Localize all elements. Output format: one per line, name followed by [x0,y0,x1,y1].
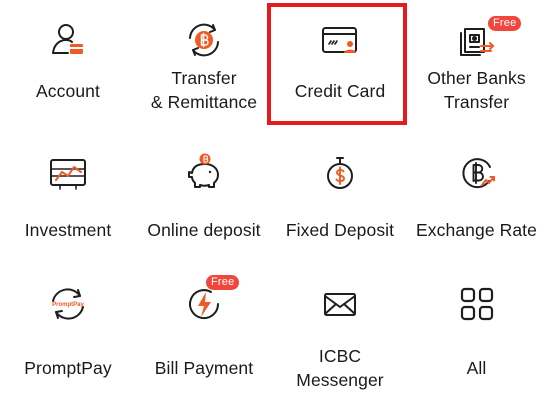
tile-label: Bill Payment [154,358,254,378]
tile-online-deposit[interactable]: Online deposit [136,132,272,264]
tile-bill-payment[interactable]: Free Bill Payment [136,264,272,395]
account-icon [48,20,88,60]
tile-label: All [466,358,487,378]
tile-label: Investment [24,220,112,240]
credit-card-highlight-frame [267,3,407,125]
free-badge: Free [206,275,240,290]
tile-all[interactable]: All [408,264,545,395]
lightning-bill-icon [184,284,224,324]
exchange-rate-icon [457,153,497,193]
svg-text:PromptPay: PromptPay [52,302,84,308]
grid-all-icon [457,284,497,324]
tile-other-banks-transfer[interactable]: Free Other Banks Transfer [408,0,545,132]
promptpay-icon: PromptPay [48,284,88,324]
tile-transfer-remittance[interactable]: Transfer & Remittance [136,0,272,132]
tile-investment[interactable]: Investment [0,132,136,264]
investment-chart-icon [48,153,88,193]
tile-exchange-rate[interactable]: Exchange Rate [408,132,545,264]
tile-account[interactable]: Account [0,0,136,132]
tile-label: ICBC Messenger [296,346,384,390]
transfer-baht-icon [184,20,224,60]
tile-label: Transfer & Remittance [150,68,258,112]
stopwatch-dollar-icon [320,153,360,193]
tile-label: Other Banks Transfer [427,68,526,112]
tile-fixed-deposit[interactable]: Fixed Deposit [272,132,408,264]
piggy-bank-icon [184,153,224,193]
tile-icbc-messenger[interactable]: ICBC Messenger [272,264,408,395]
envelope-icon [320,284,360,324]
tile-label: Online deposit [147,220,261,240]
tile-label: Account [36,81,100,101]
tile-label: Exchange Rate [416,220,537,240]
tile-label: PromptPay [24,358,112,378]
tile-promptpay[interactable]: PromptPay PromptPay [0,264,136,395]
tile-label: Fixed Deposit [285,220,395,240]
free-badge: Free [488,16,522,31]
